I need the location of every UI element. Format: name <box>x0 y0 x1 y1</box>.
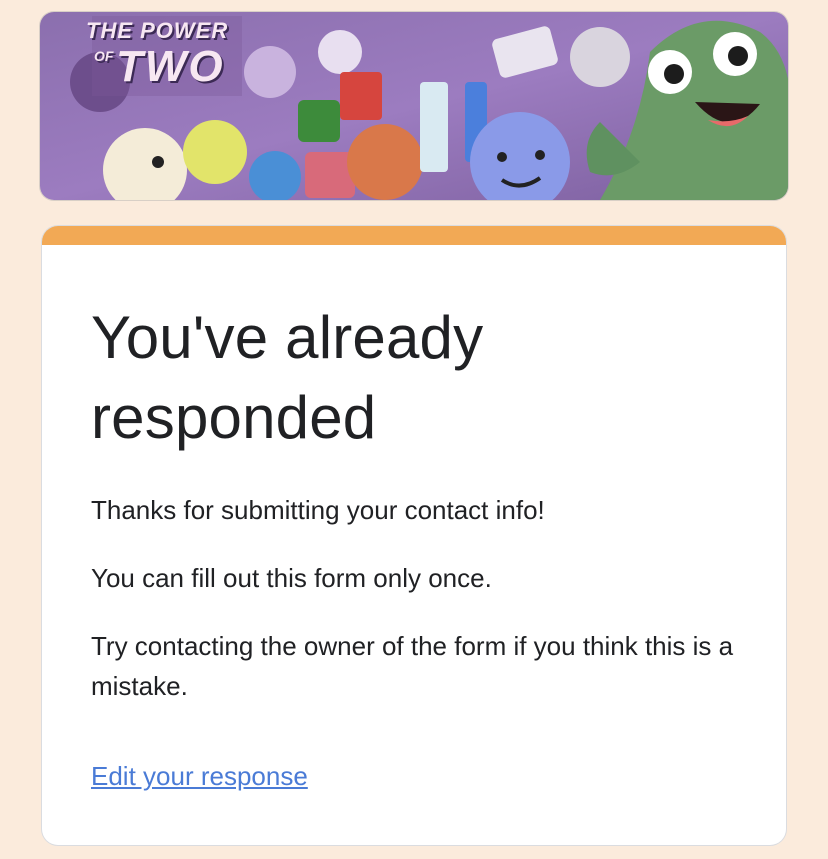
edit-response-link[interactable]: Edit your response <box>91 756 308 796</box>
response-card: You've already responded Thanks for subm… <box>42 226 786 845</box>
card-accent-bar <box>42 226 786 245</box>
page-title: You've already responded <box>91 304 484 451</box>
header-banner-image: THE POWER OF TWO <box>40 12 788 200</box>
logo-line-two: TWO <box>116 42 225 91</box>
single-response-notice: You can fill out this form only once. <box>91 563 492 593</box>
banner-logo-text: THE POWER OF TWO <box>84 18 254 98</box>
logo-line-of: OF <box>94 48 114 64</box>
contact-owner-message: Try contacting the owner of the form if … <box>91 631 734 701</box>
confirmation-message: Thanks for submitting your contact info! <box>91 495 545 525</box>
logo-line-power: THE POWER <box>86 18 229 43</box>
